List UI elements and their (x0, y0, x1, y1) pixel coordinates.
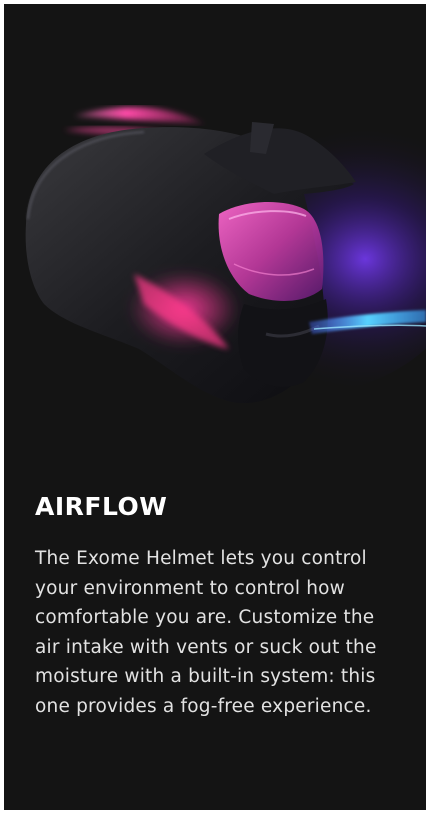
helmet-image (4, 4, 426, 454)
feature-card: AIRFLOW The Exome Helmet lets you contro… (4, 4, 426, 810)
feature-description: The Exome Helmet lets you control your e… (35, 548, 377, 717)
feature-title: AIRFLOW (35, 492, 168, 521)
